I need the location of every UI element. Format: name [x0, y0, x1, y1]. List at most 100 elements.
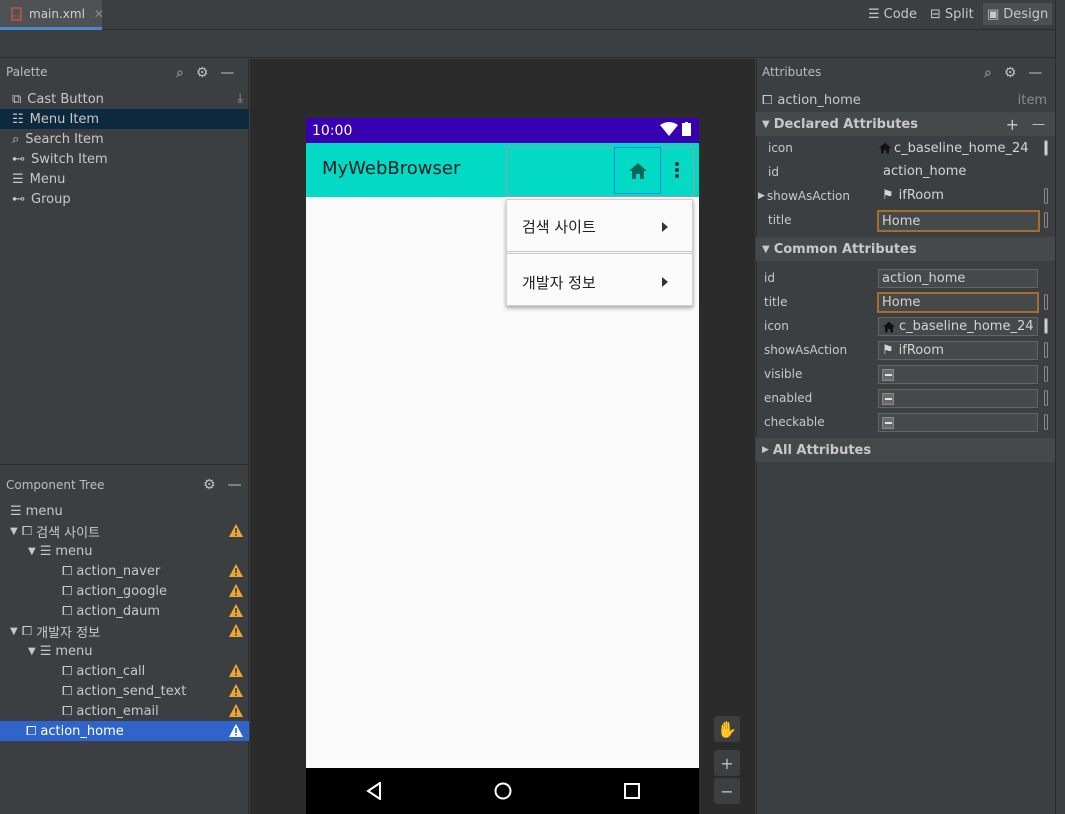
field-handle[interactable] [1044, 414, 1048, 430]
resource-picker-handle[interactable] [1044, 140, 1048, 156]
field-handle[interactable] [1044, 188, 1048, 204]
tree-row-menu[interactable]: ▼ ☰ menu [0, 541, 249, 561]
tree-row-action-google[interactable]: ⧠ action_google [0, 581, 249, 601]
download-icon[interactable]: ⤓ [237, 91, 243, 106]
search-icon[interactable]: ⌕ [176, 65, 184, 81]
minimize-icon[interactable]: — [1028, 65, 1042, 81]
palette-title: Palette [6, 65, 48, 79]
warning-icon[interactable] [229, 624, 243, 637]
code-mode-button[interactable]: ☰ Code [864, 3, 921, 25]
remove-icon[interactable]: — [1032, 117, 1045, 132]
resource-picker-handle[interactable] [1044, 318, 1048, 334]
tree-row-search-sites[interactable]: ▼ ⧠ 검색 사이트 [0, 521, 249, 541]
menu-item-icon: ⧠ [21, 523, 33, 539]
submenu-arrow-icon [662, 222, 668, 232]
tree-row-menu[interactable]: ▼ ☰ menu [0, 641, 249, 661]
home-circle-icon[interactable] [494, 782, 512, 800]
xml-file-icon: <> [10, 6, 24, 21]
chevron-right-icon[interactable]: ▶ [758, 191, 765, 201]
dropdown-item-developer-info[interactable]: 개발자 정보 [507, 257, 692, 307]
zoom-in-icon[interactable]: + [714, 750, 740, 776]
warning-icon[interactable] [229, 664, 243, 677]
visible-field[interactable] [878, 365, 1038, 384]
checkable-field[interactable] [878, 413, 1038, 432]
tab-main-xml[interactable]: <> main.xml ✕ [0, 0, 104, 30]
palette-item-menu[interactable]: ☰ Menu [0, 169, 249, 189]
warning-icon[interactable] [229, 684, 243, 697]
attributes-title: Attributes [762, 65, 822, 79]
palette-item-cast-button[interactable]: ⧉ Cast Button ⤓ [0, 89, 249, 109]
checkable-checkbox[interactable] [882, 416, 894, 429]
common-attributes-section[interactable]: ▼ Common Attributes [756, 237, 1055, 261]
declared-id-value[interactable]: action_home [883, 164, 966, 179]
all-attributes-section[interactable]: ▶ All Attributes [756, 438, 1055, 462]
tree-row-action-daum[interactable]: ⧠ action_daum [0, 601, 249, 621]
tree-row-action-naver[interactable]: ⧠ action_naver [0, 561, 249, 581]
menu-item-icon: ⧠ [62, 703, 73, 719]
field-handle[interactable] [1044, 366, 1048, 382]
tree-row-menu[interactable]: ☰ menu [0, 501, 249, 521]
palette-item-switch-item[interactable]: ⊷ Switch Item [0, 149, 249, 169]
recents-icon[interactable] [624, 783, 640, 799]
minimize-icon[interactable]: — [220, 65, 234, 81]
declared-attributes-section[interactable]: ▼ Declared Attributes + — [756, 112, 1055, 136]
minimize-icon[interactable]: — [228, 477, 242, 493]
warning-icon[interactable] [229, 724, 243, 737]
tree-row-action-email[interactable]: ⧠ action_email [0, 701, 249, 721]
tree-row-action-call[interactable]: ⧠ action_call [0, 661, 249, 681]
palette-item-menu-item[interactable]: ☷ Menu Item [0, 109, 249, 129]
chevron-down-icon[interactable]: ▼ [28, 646, 36, 657]
declared-showasaction-value[interactable]: ⚑ ifRoom [882, 188, 944, 203]
menu-selection-outline[interactable] [506, 147, 694, 197]
chevron-right-icon: ▶ [762, 445, 769, 455]
device-nav-bar [306, 768, 699, 814]
gear-icon[interactable]: ⚙ [196, 65, 209, 81]
palette-item-search-item[interactable]: ⌕ Search Item [0, 129, 249, 149]
gear-icon[interactable]: ⚙ [203, 477, 216, 493]
split-mode-button[interactable]: ⊟ Split [926, 3, 978, 25]
home-icon [628, 162, 647, 179]
common-icon-input[interactable]: c_baseline_home_24 [878, 317, 1038, 336]
field-handle[interactable] [1044, 342, 1048, 358]
back-icon[interactable] [366, 782, 382, 800]
close-icon[interactable]: ✕ [94, 7, 104, 21]
visible-checkbox[interactable] [882, 368, 894, 381]
overflow-dropdown: 검색 사이트 개발자 정보 [506, 199, 693, 306]
field-handle[interactable] [1044, 390, 1048, 406]
enabled-field[interactable] [878, 389, 1038, 408]
warning-icon[interactable] [229, 564, 243, 577]
add-icon[interactable]: + [1006, 115, 1019, 134]
field-handle[interactable] [1044, 212, 1048, 228]
chevron-down-icon[interactable]: ▼ [10, 626, 18, 637]
tree-row-developer-info[interactable]: ▼ ⧠ 개발자 정보 [0, 621, 249, 641]
design-mode-button[interactable]: ▣ Design [983, 3, 1053, 25]
design-icon: ▣ [987, 6, 1000, 22]
declared-icon-value[interactable]: c_baseline_home_24 [878, 138, 1038, 158]
common-title-input[interactable]: Home [877, 292, 1039, 313]
palette-item-group[interactable]: ⊷ Group [0, 189, 249, 209]
menu-item-icon: ⧠ [62, 603, 73, 619]
pan-hand-icon[interactable]: ✋ [714, 716, 740, 742]
home-action-button[interactable] [614, 147, 661, 194]
search-icon[interactable]: ⌕ [984, 65, 992, 81]
declared-title-input[interactable]: Home [877, 210, 1040, 232]
warning-icon[interactable] [229, 524, 243, 537]
chevron-down-icon[interactable]: ▼ [10, 526, 18, 537]
enabled-checkbox[interactable] [882, 392, 894, 405]
chevron-down-icon[interactable]: ▼ [28, 546, 36, 557]
zoom-out-icon[interactable]: − [714, 778, 740, 804]
warning-icon[interactable] [229, 704, 243, 717]
warning-icon[interactable] [229, 604, 243, 617]
tree-row-action-send-text[interactable]: ⧠ action_send_text [0, 681, 249, 701]
common-showasaction-input[interactable]: ⚑ ifRoom [878, 341, 1038, 360]
dropdown-item-search-sites[interactable]: 검색 사이트 [507, 202, 692, 252]
overflow-menu-icon[interactable] [670, 158, 684, 182]
cast-icon: ⧉ [12, 91, 22, 107]
palette-panel: Palette ⌕ ⚙ — ⧉ Cast Button ⤓ ☷ Menu Item … [0, 59, 249, 464]
field-handle[interactable] [1044, 294, 1048, 310]
warning-icon[interactable] [229, 584, 243, 597]
chevron-down-icon: ▼ [762, 243, 770, 255]
gear-icon[interactable]: ⚙ [1004, 65, 1017, 81]
common-id-input[interactable]: action_home [878, 269, 1038, 288]
tree-row-action-home[interactable]: ⧠ action_home [0, 721, 249, 741]
